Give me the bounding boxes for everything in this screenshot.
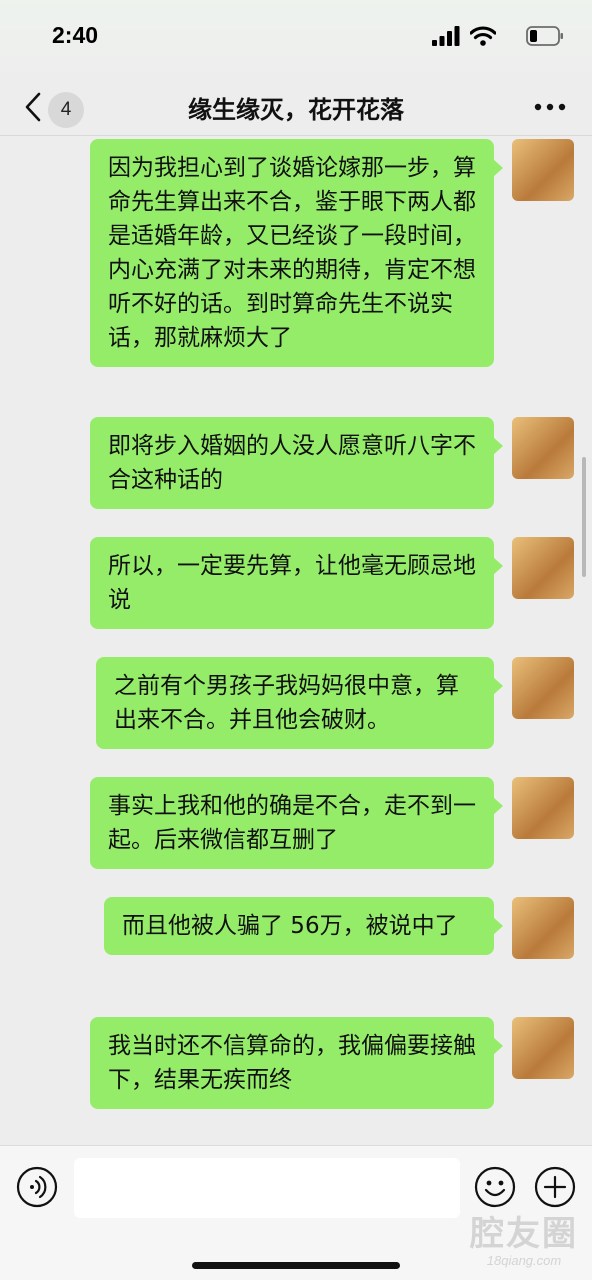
avatar[interactable] [512, 897, 574, 959]
message-bubble[interactable]: 因为我担心到了谈婚论嫁那一步，算命先生算出来不合，鉴于眼下两人都是适婚年龄，又已… [90, 139, 503, 367]
avatar[interactable] [512, 139, 574, 201]
voice-icon[interactable] [16, 1166, 58, 1208]
plus-icon[interactable] [534, 1166, 576, 1208]
message-bubble[interactable]: 之前有个男孩子我妈妈很中意，算出来不合。并且他会破财。 [96, 657, 503, 749]
avatar[interactable] [512, 537, 574, 599]
message-bubble[interactable]: 即将步入婚姻的人没人愿意听八字不合这种话的 [90, 417, 503, 509]
home-indicator[interactable] [192, 1262, 400, 1269]
more-icon[interactable] [532, 92, 568, 122]
watermark-sub: 18qiang.com [486, 1253, 562, 1268]
status-time: 2:40 [52, 22, 99, 48]
message-bubble[interactable]: 而且他被人骗了 56万，被说中了 [104, 897, 503, 955]
wifi-icon [470, 26, 496, 46]
scroll-indicator[interactable] [582, 457, 586, 577]
battery-icon [526, 26, 563, 46]
message-list[interactable]: 因为我担心到了谈婚论嫁那一步，算命先生算出来不合，鉴于眼下两人都是适婚年龄，又已… [0, 137, 592, 1145]
emoji-icon[interactable] [474, 1166, 516, 1208]
avatar[interactable] [512, 777, 574, 839]
message-bubble[interactable]: 事实上我和他的确是不合，走不到一起。后来微信都互删了 [90, 777, 503, 869]
status-icons [414, 26, 564, 50]
status-bar: 2:40 [0, 0, 592, 78]
unread-count-badge: 4 [48, 92, 84, 128]
message-bubble[interactable]: 我当时还不信算命的，我偏偏要接触下，结果无疾而终 [90, 1017, 503, 1109]
input-bar: 腔友圈 18qiang.com [0, 1145, 592, 1280]
avatar[interactable] [512, 1017, 574, 1079]
message-bubble[interactable]: 所以，一定要先算，让他毫无顾忌地说 [90, 537, 503, 629]
watermark-main: 腔友圈 [470, 1214, 578, 1254]
avatar[interactable] [512, 417, 574, 479]
watermark: 腔友圈 18qiang.com [470, 1214, 578, 1268]
signal-icon [432, 26, 460, 46]
chevron-left-icon [25, 92, 41, 122]
nav-bar: 4 缘生缘灭，花开花落 [0, 78, 592, 136]
avatar[interactable] [512, 657, 574, 719]
chat-title: 缘生缘灭，花开花落 [188, 96, 404, 124]
message-input[interactable] [74, 1158, 460, 1218]
back-button[interactable]: 4 [18, 84, 98, 130]
